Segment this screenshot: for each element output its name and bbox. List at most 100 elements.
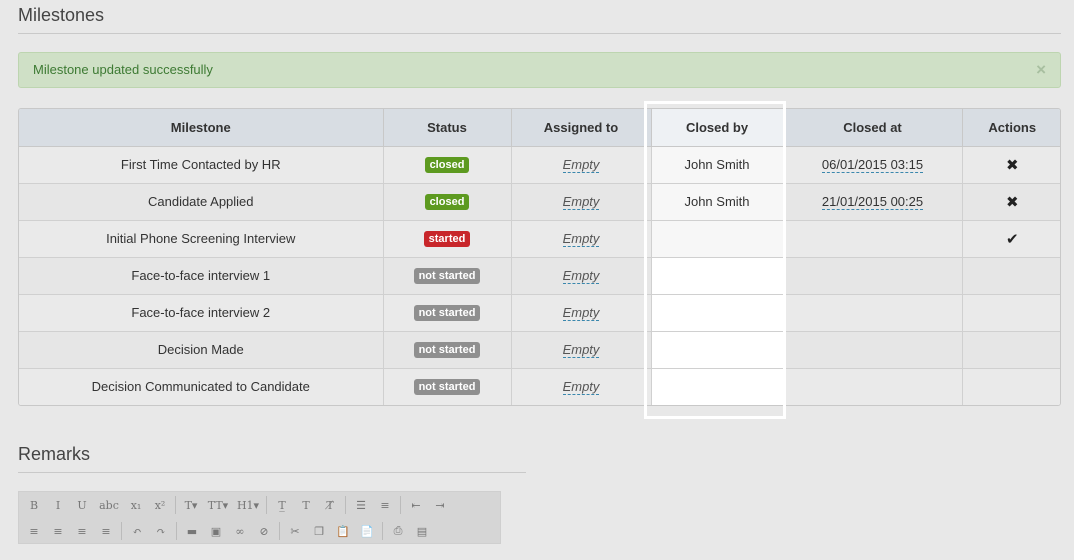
toolbar-separator (121, 522, 122, 540)
assigned-to-editable[interactable]: Empty (562, 342, 600, 358)
status-badge: closed (424, 157, 470, 173)
assigned-cell: Empty (511, 294, 652, 332)
image-icon[interactable]: ▣ (205, 521, 227, 541)
alert-close-icon[interactable]: × (1036, 53, 1046, 87)
status-badge: not started (413, 268, 481, 284)
milestone-name: First Time Contacted by HR (19, 146, 384, 184)
closed-at-cell (783, 257, 963, 295)
milestone-name: Face-to-face interview 1 (19, 257, 384, 295)
status-cell: not started (383, 331, 512, 369)
closed-by-cell (651, 257, 784, 295)
font-icon[interactable]: T▾ (180, 495, 202, 515)
unordered-list-icon[interactable]: ☰ (350, 495, 372, 515)
milestones-title-divider (18, 33, 1061, 34)
closed-at-cell (783, 294, 963, 332)
link-icon[interactable]: ∞ (229, 521, 251, 541)
assigned-to-editable[interactable]: Empty (562, 194, 600, 210)
closed-by-cell (651, 220, 784, 258)
heading-icon[interactable]: H1▾ (234, 495, 262, 515)
header-actions: Actions (962, 109, 1060, 147)
status-cell: not started (383, 257, 512, 295)
bold-icon[interactable]: B (23, 495, 45, 515)
reopen-icon[interactable]: ✖ (1006, 157, 1019, 174)
closed-by-cell: John Smith (651, 183, 784, 221)
assigned-to-editable[interactable]: Empty (562, 157, 600, 173)
remarks-title: Remarks (18, 444, 91, 464)
source-icon[interactable]: ▤ (411, 521, 433, 541)
editor-toolbar-row-1: B I Uabc x₁ x² T▾ TT▾ H1▾ T̲ T T̸ ☰ ≡ ⇤ ⇥ (23, 493, 453, 517)
assigned-cell: Empty (511, 146, 652, 184)
table-row: Face-to-face interview 1 not started Empty (19, 257, 1060, 295)
actions-cell (962, 294, 1060, 332)
cut-icon[interactable]: ✂ (284, 521, 306, 541)
header-milestone: Milestone (19, 109, 384, 147)
subscript-icon[interactable]: x₁ (125, 495, 147, 515)
status-badge: started (423, 231, 471, 247)
closed-at-editable[interactable]: 21/01/2015 00:25 (821, 194, 924, 210)
reopen-icon[interactable]: ✖ (1006, 194, 1019, 211)
assigned-to-editable[interactable]: Empty (562, 305, 600, 321)
milestones-table: Milestone Status Assigned to Closed by C… (18, 108, 1061, 406)
ordered-list-icon[interactable]: ≡ (374, 495, 396, 515)
status-badge: closed (424, 194, 470, 210)
text-background-icon[interactable]: T̲ (271, 495, 293, 515)
align-left-icon[interactable]: ≡ (23, 521, 45, 541)
milestone-name: Decision Communicated to Candidate (19, 368, 384, 405)
align-center-icon[interactable]: ≡ (47, 521, 69, 541)
text-color-icon[interactable]: T (295, 495, 317, 515)
clear-format-icon[interactable]: T̸ (319, 495, 341, 515)
editor-toolbar: B I Uabc x₁ x² T▾ TT▾ H1▾ T̲ T T̸ ☰ ≡ ⇤ ⇥ ≡ ≡ ≡ ≡ ↶ ↷ ▬ ▣ ∞ ⊘ ✂ ❐… (18, 491, 501, 544)
complete-icon[interactable]: ✔ (1006, 231, 1019, 248)
table-row: Initial Phone Screening Interview started… (19, 220, 1060, 258)
print-icon[interactable]: ⎙ (387, 521, 409, 541)
milestone-name: Candidate Applied (19, 183, 384, 221)
indent-icon[interactable]: ⇥ (429, 495, 451, 515)
toolbar-separator (279, 522, 280, 540)
toolbar-separator (382, 522, 383, 540)
assigned-cell: Empty (511, 183, 652, 221)
closed-at-cell: 21/01/2015 00:25 (783, 183, 963, 221)
superscript-icon[interactable]: x² (149, 495, 171, 515)
horizontal-rule-icon[interactable]: ▬ (181, 521, 203, 541)
closed-at-cell (783, 220, 963, 258)
status-cell: closed (383, 146, 512, 184)
strikethrough-icon[interactable]: abc (95, 495, 123, 515)
unlink-icon[interactable]: ⊘ (253, 521, 275, 541)
actions-cell: ✖ (962, 146, 1060, 184)
actions-cell (962, 368, 1060, 405)
success-alert: Milestone updated successfully × (18, 52, 1061, 88)
closed-by-cell (651, 331, 784, 369)
copy-icon[interactable]: ❐ (308, 521, 330, 541)
outdent-icon[interactable]: ⇤ (405, 495, 427, 515)
closed-at-cell: 06/01/2015 03:15 (783, 146, 963, 184)
undo-icon[interactable]: ↶ (126, 521, 148, 541)
milestone-name: Initial Phone Screening Interview (19, 220, 384, 258)
redo-icon[interactable]: ↷ (150, 521, 172, 541)
closed-by-cell (651, 294, 784, 332)
paste-text-icon[interactable]: 📄 (356, 521, 378, 541)
table-row: Face-to-face interview 2 not started Empty (19, 294, 1060, 332)
actions-cell (962, 257, 1060, 295)
font-size-icon[interactable]: TT▾ (204, 495, 232, 515)
underline-icon[interactable]: U (71, 495, 93, 515)
italic-icon[interactable]: I (47, 495, 69, 515)
actions-cell: ✖ (962, 183, 1060, 221)
closed-at-editable[interactable]: 06/01/2015 03:15 (821, 157, 924, 173)
paste-icon[interactable]: 📋 (332, 521, 354, 541)
header-assigned-to: Assigned to (511, 109, 652, 147)
table-row: Decision Communicated to Candidate not st… (19, 368, 1060, 405)
assigned-cell: Empty (511, 331, 652, 369)
table-row: Candidate Applied closed Empty John Smith 21… (19, 183, 1060, 221)
status-badge: not started (413, 379, 481, 396)
table-header-row: Milestone Status Assigned to Closed by C… (19, 109, 1060, 147)
assigned-to-editable[interactable]: Empty (562, 268, 600, 284)
milestones-title: Milestones (18, 5, 105, 25)
toolbar-separator (176, 522, 177, 540)
assigned-to-editable[interactable]: Empty (562, 231, 600, 247)
status-cell: not started (383, 294, 512, 332)
assigned-to-editable[interactable]: Empty (562, 379, 600, 396)
status-cell: not started (383, 368, 512, 405)
assigned-cell: Empty (511, 368, 652, 405)
align-right-icon[interactable]: ≡ (71, 521, 93, 541)
justify-icon[interactable]: ≡ (95, 521, 117, 541)
